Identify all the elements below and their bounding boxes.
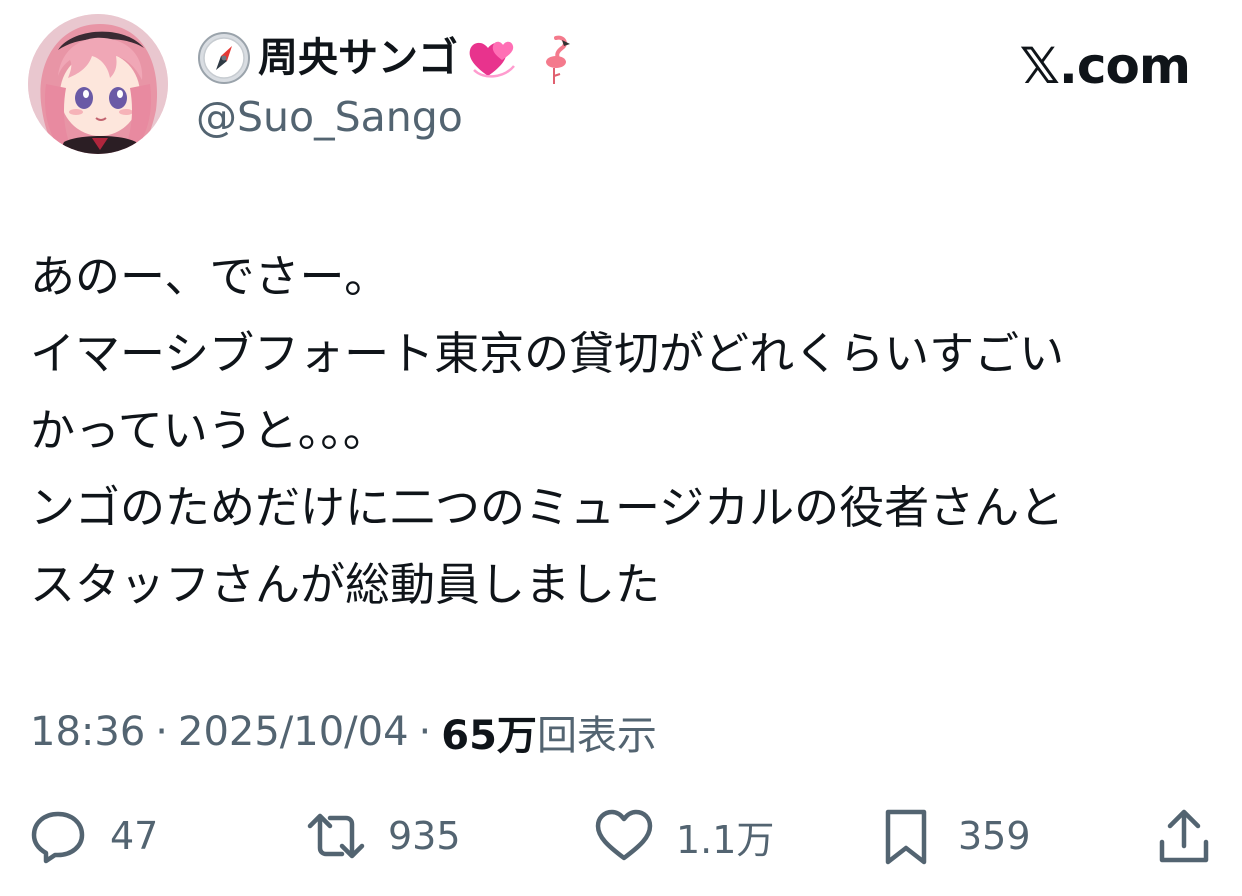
tweet-text: あのー、でさー。 イマーシブフォート東京の貸切がどれくらいすごい かっていうと。… xyxy=(30,238,1210,623)
views-label: 回表示 xyxy=(536,713,657,759)
tweet-line: あのー、でさー。 xyxy=(30,250,390,303)
heart-icon xyxy=(594,806,654,866)
reply-button[interactable]: 47 xyxy=(28,800,158,872)
like-button[interactable]: 1.1万 xyxy=(594,800,774,872)
action-bar: 47 935 1.1万 359 xyxy=(0,800,1242,872)
tweet-meta: 18:36 · 2025/10/04 · 65万 回表示 xyxy=(30,704,657,760)
share-button[interactable] xyxy=(1154,800,1214,872)
flamingo-icon xyxy=(526,30,582,86)
meta-separator: · xyxy=(418,709,432,755)
user-handle[interactable]: @Suo_Sango xyxy=(196,92,463,142)
repost-count: 935 xyxy=(388,814,461,858)
hearts-icon xyxy=(464,30,520,86)
share-icon xyxy=(1154,806,1214,866)
tweet-line: イマーシブフォート東京の貸切がどれくらいすごい xyxy=(30,327,1065,380)
repost-button[interactable]: 935 xyxy=(306,800,461,872)
meta-separator: · xyxy=(155,709,168,755)
tweet-line: スタッフさんが総動員しました xyxy=(30,558,661,611)
display-name-row[interactable]: 周央サンゴ xyxy=(196,28,582,88)
bookmark-icon xyxy=(876,806,936,866)
repost-icon xyxy=(306,806,366,866)
bookmark-button[interactable]: 359 xyxy=(876,800,1031,872)
avatar-illustration xyxy=(28,14,168,154)
compass-icon xyxy=(196,30,252,86)
tweet-time[interactable]: 18:36 xyxy=(30,709,145,755)
like-count: 1.1万 xyxy=(676,817,775,862)
tweet-date[interactable]: 2025/10/04 xyxy=(178,709,409,755)
tweet-line: ンゴのためだけに二つのミュージカルの役者さんと xyxy=(30,481,1065,534)
reply-count: 47 xyxy=(110,814,159,858)
brand-watermark: 𝕏.com xyxy=(1019,37,1191,95)
views-count: 65万 xyxy=(441,713,537,759)
avatar[interactable] xyxy=(28,14,168,154)
bookmark-count: 359 xyxy=(958,814,1031,858)
reply-icon xyxy=(28,806,88,866)
display-name: 周央サンゴ xyxy=(258,35,458,81)
tweet-line: かっていうと。。。 xyxy=(30,404,388,457)
